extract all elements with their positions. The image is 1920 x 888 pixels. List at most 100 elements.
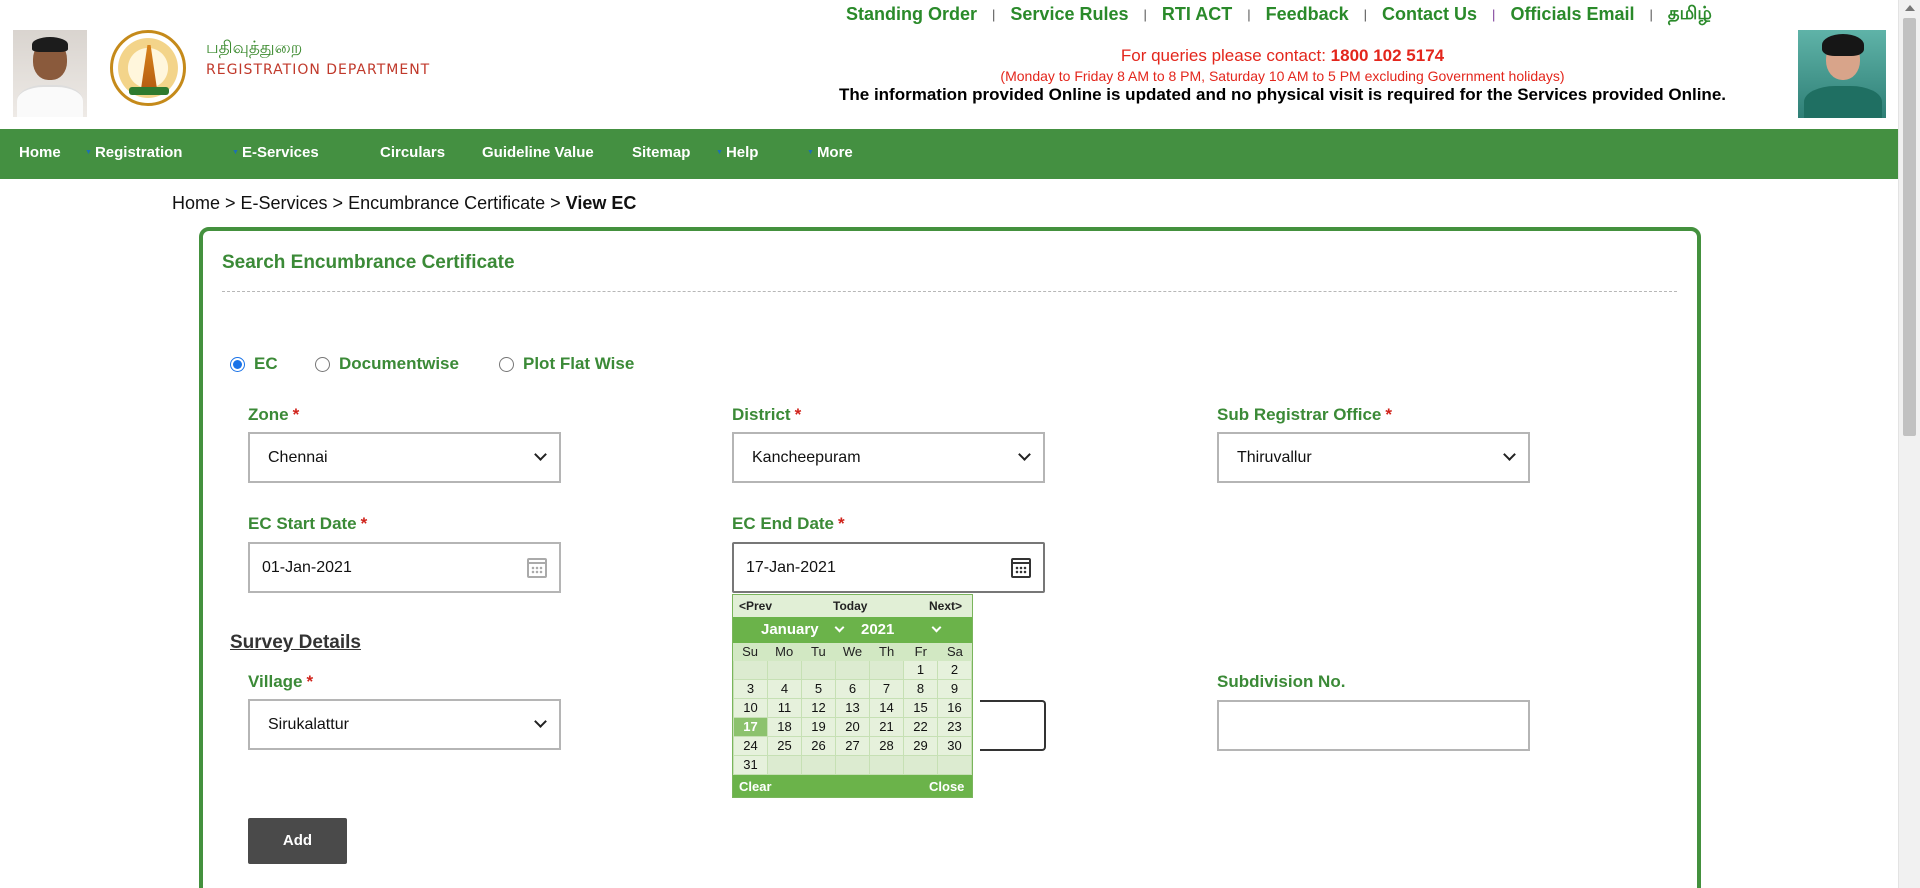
- end-date-label: EC End Date *: [732, 514, 845, 534]
- nav-e-services[interactable]: ▼ E-Services: [232, 129, 319, 179]
- datepicker-day[interactable]: 9: [938, 680, 971, 698]
- datepicker-day[interactable]: 16: [938, 699, 971, 717]
- field-label-text: EC Start Date: [248, 514, 357, 533]
- end-date-input[interactable]: 17-Jan-2021: [732, 542, 1045, 593]
- scrollbar-thumb[interactable]: [1903, 18, 1916, 436]
- caret-down-icon: ▼: [807, 149, 814, 157]
- datepicker-day[interactable]: 8: [904, 680, 937, 698]
- datepicker-day[interactable]: 26: [802, 737, 835, 755]
- state-emblem-icon[interactable]: [110, 30, 186, 106]
- datepicker-day[interactable]: 3: [734, 680, 767, 698]
- datepicker-day[interactable]: 7: [870, 680, 903, 698]
- radio-label: EC: [254, 354, 278, 373]
- datepicker-next[interactable]: Next>: [929, 599, 962, 613]
- radio-button[interactable]: [230, 356, 245, 372]
- nav-guideline-value[interactable]: Guideline Value: [482, 129, 594, 179]
- chevron-down-icon[interactable]: [834, 622, 845, 633]
- datepicker-day[interactable]: 11: [768, 699, 801, 717]
- breadcrumb-path[interactable]: Home > E-Services > Encumbrance Certific…: [172, 193, 566, 213]
- link-standing-order[interactable]: Standing Order: [846, 4, 977, 25]
- radio-plot-flat-wise[interactable]: Plot Flat Wise: [499, 354, 634, 374]
- datepicker-day-selected[interactable]: 17: [734, 718, 767, 736]
- datepicker-day[interactable]: 23: [938, 718, 971, 736]
- add-button[interactable]: Add: [248, 818, 347, 864]
- datepicker-day[interactable]: 1: [904, 661, 937, 679]
- month-select[interactable]: January: [761, 621, 819, 638]
- datepicker-day[interactable]: 12: [802, 699, 835, 717]
- leader-photo: [1798, 30, 1886, 118]
- subdivision-label: Subdivision No.: [1217, 672, 1346, 691]
- breadcrumb-current: View EC: [565, 193, 637, 213]
- link-separator: |: [992, 7, 996, 22]
- radio-button[interactable]: [315, 356, 330, 372]
- datepicker-day[interactable]: 14: [870, 699, 903, 717]
- datepicker-day[interactable]: 4: [768, 680, 801, 698]
- required-mark: *: [306, 672, 314, 691]
- datepicker-day[interactable]: 19: [802, 718, 835, 736]
- datepicker-day[interactable]: 28: [870, 737, 903, 755]
- year-select[interactable]: 2021: [861, 621, 894, 638]
- datepicker-day[interactable]: 25: [768, 737, 801, 755]
- field-label-text: EC End Date: [732, 514, 835, 533]
- datepicker-empty-cell: [836, 756, 869, 774]
- datepicker-day[interactable]: 15: [904, 699, 937, 717]
- zone-select[interactable]: Chennai: [248, 432, 561, 483]
- chevron-down-icon[interactable]: [931, 622, 942, 633]
- datepicker-day[interactable]: 5: [802, 680, 835, 698]
- subdivision-input[interactable]: [1217, 700, 1530, 751]
- link-contact-us[interactable]: Contact Us: [1382, 4, 1477, 25]
- nav-help[interactable]: ▼ Help: [716, 129, 758, 179]
- datepicker-day[interactable]: 18: [768, 718, 801, 736]
- start-date-input[interactable]: 01-Jan-2021: [248, 542, 561, 593]
- datepicker-day[interactable]: 30: [938, 737, 971, 755]
- nav-sitemap[interactable]: Sitemap: [632, 129, 690, 179]
- datepicker-day[interactable]: 10: [734, 699, 767, 717]
- required-mark: *: [838, 514, 845, 533]
- datepicker-day[interactable]: 22: [904, 718, 937, 736]
- nav-more[interactable]: ▼ More: [807, 129, 853, 179]
- datepicker-day[interactable]: 29: [904, 737, 937, 755]
- datepicker-clear[interactable]: Clear: [739, 779, 772, 794]
- datepicker-today[interactable]: Today: [833, 599, 867, 613]
- radio-ec[interactable]: EC: [230, 354, 278, 374]
- breadcrumb: Home > E-Services > Encumbrance Certific…: [172, 193, 636, 214]
- district-label: District *: [732, 405, 801, 425]
- district-select[interactable]: Kancheepuram: [732, 432, 1045, 483]
- field-label-text: District: [732, 405, 791, 424]
- link-service-rules[interactable]: Service Rules: [1010, 4, 1128, 25]
- link-feedback[interactable]: Feedback: [1266, 4, 1349, 25]
- datepicker-prev[interactable]: <Prev: [739, 599, 772, 613]
- datepicker-day[interactable]: 24: [734, 737, 767, 755]
- radio-documentwise[interactable]: Documentwise: [315, 354, 459, 374]
- dept-name-tamil: பதிவுத்துறை: [206, 38, 303, 58]
- nav-circulars[interactable]: Circulars: [380, 129, 445, 179]
- survey-number-input[interactable]: [980, 700, 1046, 751]
- datepicker-day[interactable]: 27: [836, 737, 869, 755]
- sro-select[interactable]: Thiruvallur: [1217, 432, 1530, 483]
- link-officials-email[interactable]: Officials Email: [1510, 4, 1634, 25]
- datepicker-close[interactable]: Close: [929, 779, 964, 794]
- datepicker-header: January 2021: [733, 617, 972, 643]
- scroll-up-arrow-icon[interactable]: [1905, 5, 1915, 11]
- village-select[interactable]: Sirukalattur: [248, 699, 561, 750]
- calendar-icon[interactable]: [527, 558, 547, 578]
- radio-button[interactable]: [499, 356, 514, 372]
- datepicker-day[interactable]: 2: [938, 661, 971, 679]
- page-scrollbar[interactable]: [1898, 0, 1920, 888]
- calendar-icon[interactable]: [1011, 558, 1031, 578]
- datepicker-day[interactable]: 31: [734, 756, 767, 774]
- nav-registration[interactable]: ▼ Registration: [85, 129, 182, 179]
- chevron-down-icon: [1503, 448, 1516, 461]
- link-rti-act[interactable]: RTI ACT: [1162, 4, 1232, 25]
- select-value: Kancheepuram: [752, 449, 861, 466]
- date-value: 01-Jan-2021: [262, 559, 352, 576]
- datepicker-day[interactable]: 20: [836, 718, 869, 736]
- radio-label: Documentwise: [339, 354, 459, 373]
- datepicker-day[interactable]: 13: [836, 699, 869, 717]
- emblem-base: [129, 87, 169, 95]
- weekday-label: Tu: [811, 644, 826, 659]
- link-language-tamil[interactable]: தமிழ்: [1668, 3, 1712, 26]
- datepicker-day[interactable]: 21: [870, 718, 903, 736]
- datepicker-day[interactable]: 6: [836, 680, 869, 698]
- nav-home[interactable]: Home: [19, 129, 61, 179]
